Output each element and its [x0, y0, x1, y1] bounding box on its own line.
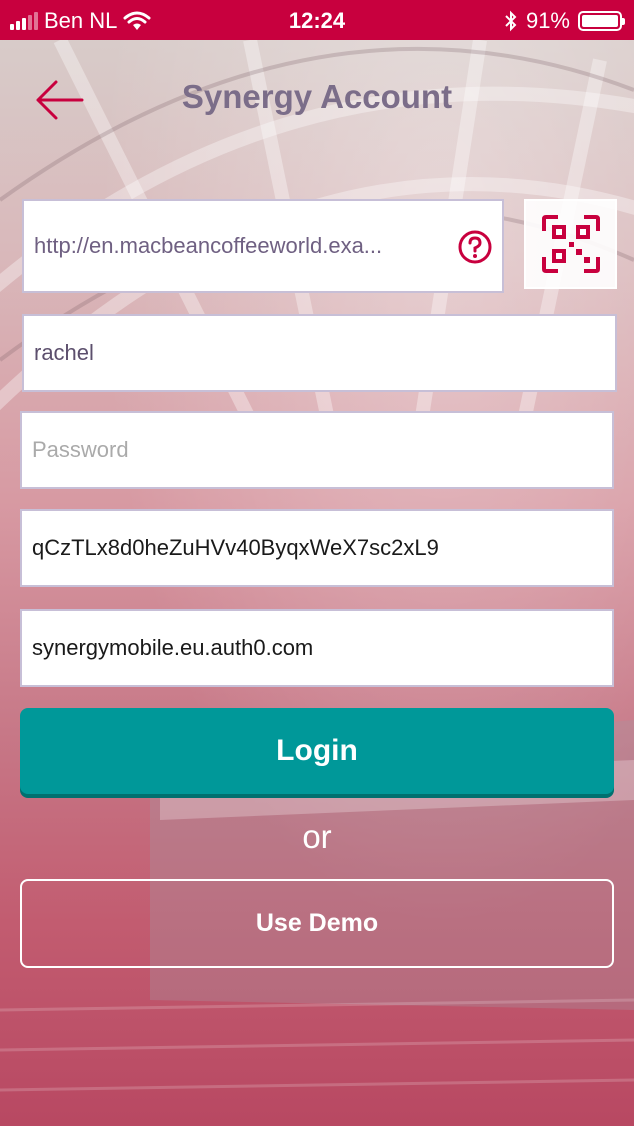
- status-bar: Ben NL 12:24 91%: [0, 0, 634, 40]
- username-field[interactable]: rachel: [22, 314, 617, 392]
- qr-code-icon: [541, 215, 600, 273]
- auth-domain-value: synergymobile.eu.auth0.com: [32, 635, 314, 660]
- question-circle-icon[interactable]: [458, 230, 492, 264]
- or-separator: or: [302, 818, 332, 855]
- auth-domain-field[interactable]: synergymobile.eu.auth0.com: [20, 609, 614, 687]
- battery-icon: [578, 11, 625, 31]
- password-field[interactable]: Password: [20, 411, 614, 489]
- page-title: Synergy Account: [181, 78, 453, 115]
- login-button[interactable]: Login: [20, 708, 614, 794]
- qr-scan-button[interactable]: [524, 199, 617, 289]
- client-id-field[interactable]: qCzTLx8d0heZuHVv40ByqxWeX7sc2xL9: [20, 509, 614, 587]
- server-url-value: http://en.macbeancoffeeworld.exa...: [34, 233, 383, 258]
- client-id-value: qCzTLx8d0heZuHVv40ByqxWeX7sc2xL9: [32, 535, 439, 560]
- password-placeholder: Password: [32, 437, 129, 462]
- battery-percentage: 91%: [525, 8, 570, 33]
- login-screen: Ben NL 12:24 91% Synergy Account http://…: [0, 0, 634, 1126]
- username-value: rachel: [34, 340, 94, 365]
- bluetooth-icon: [505, 10, 517, 32]
- server-url-field[interactable]: http://en.macbeancoffeeworld.exa...: [22, 199, 504, 293]
- use-demo-button[interactable]: Use Demo: [20, 879, 614, 968]
